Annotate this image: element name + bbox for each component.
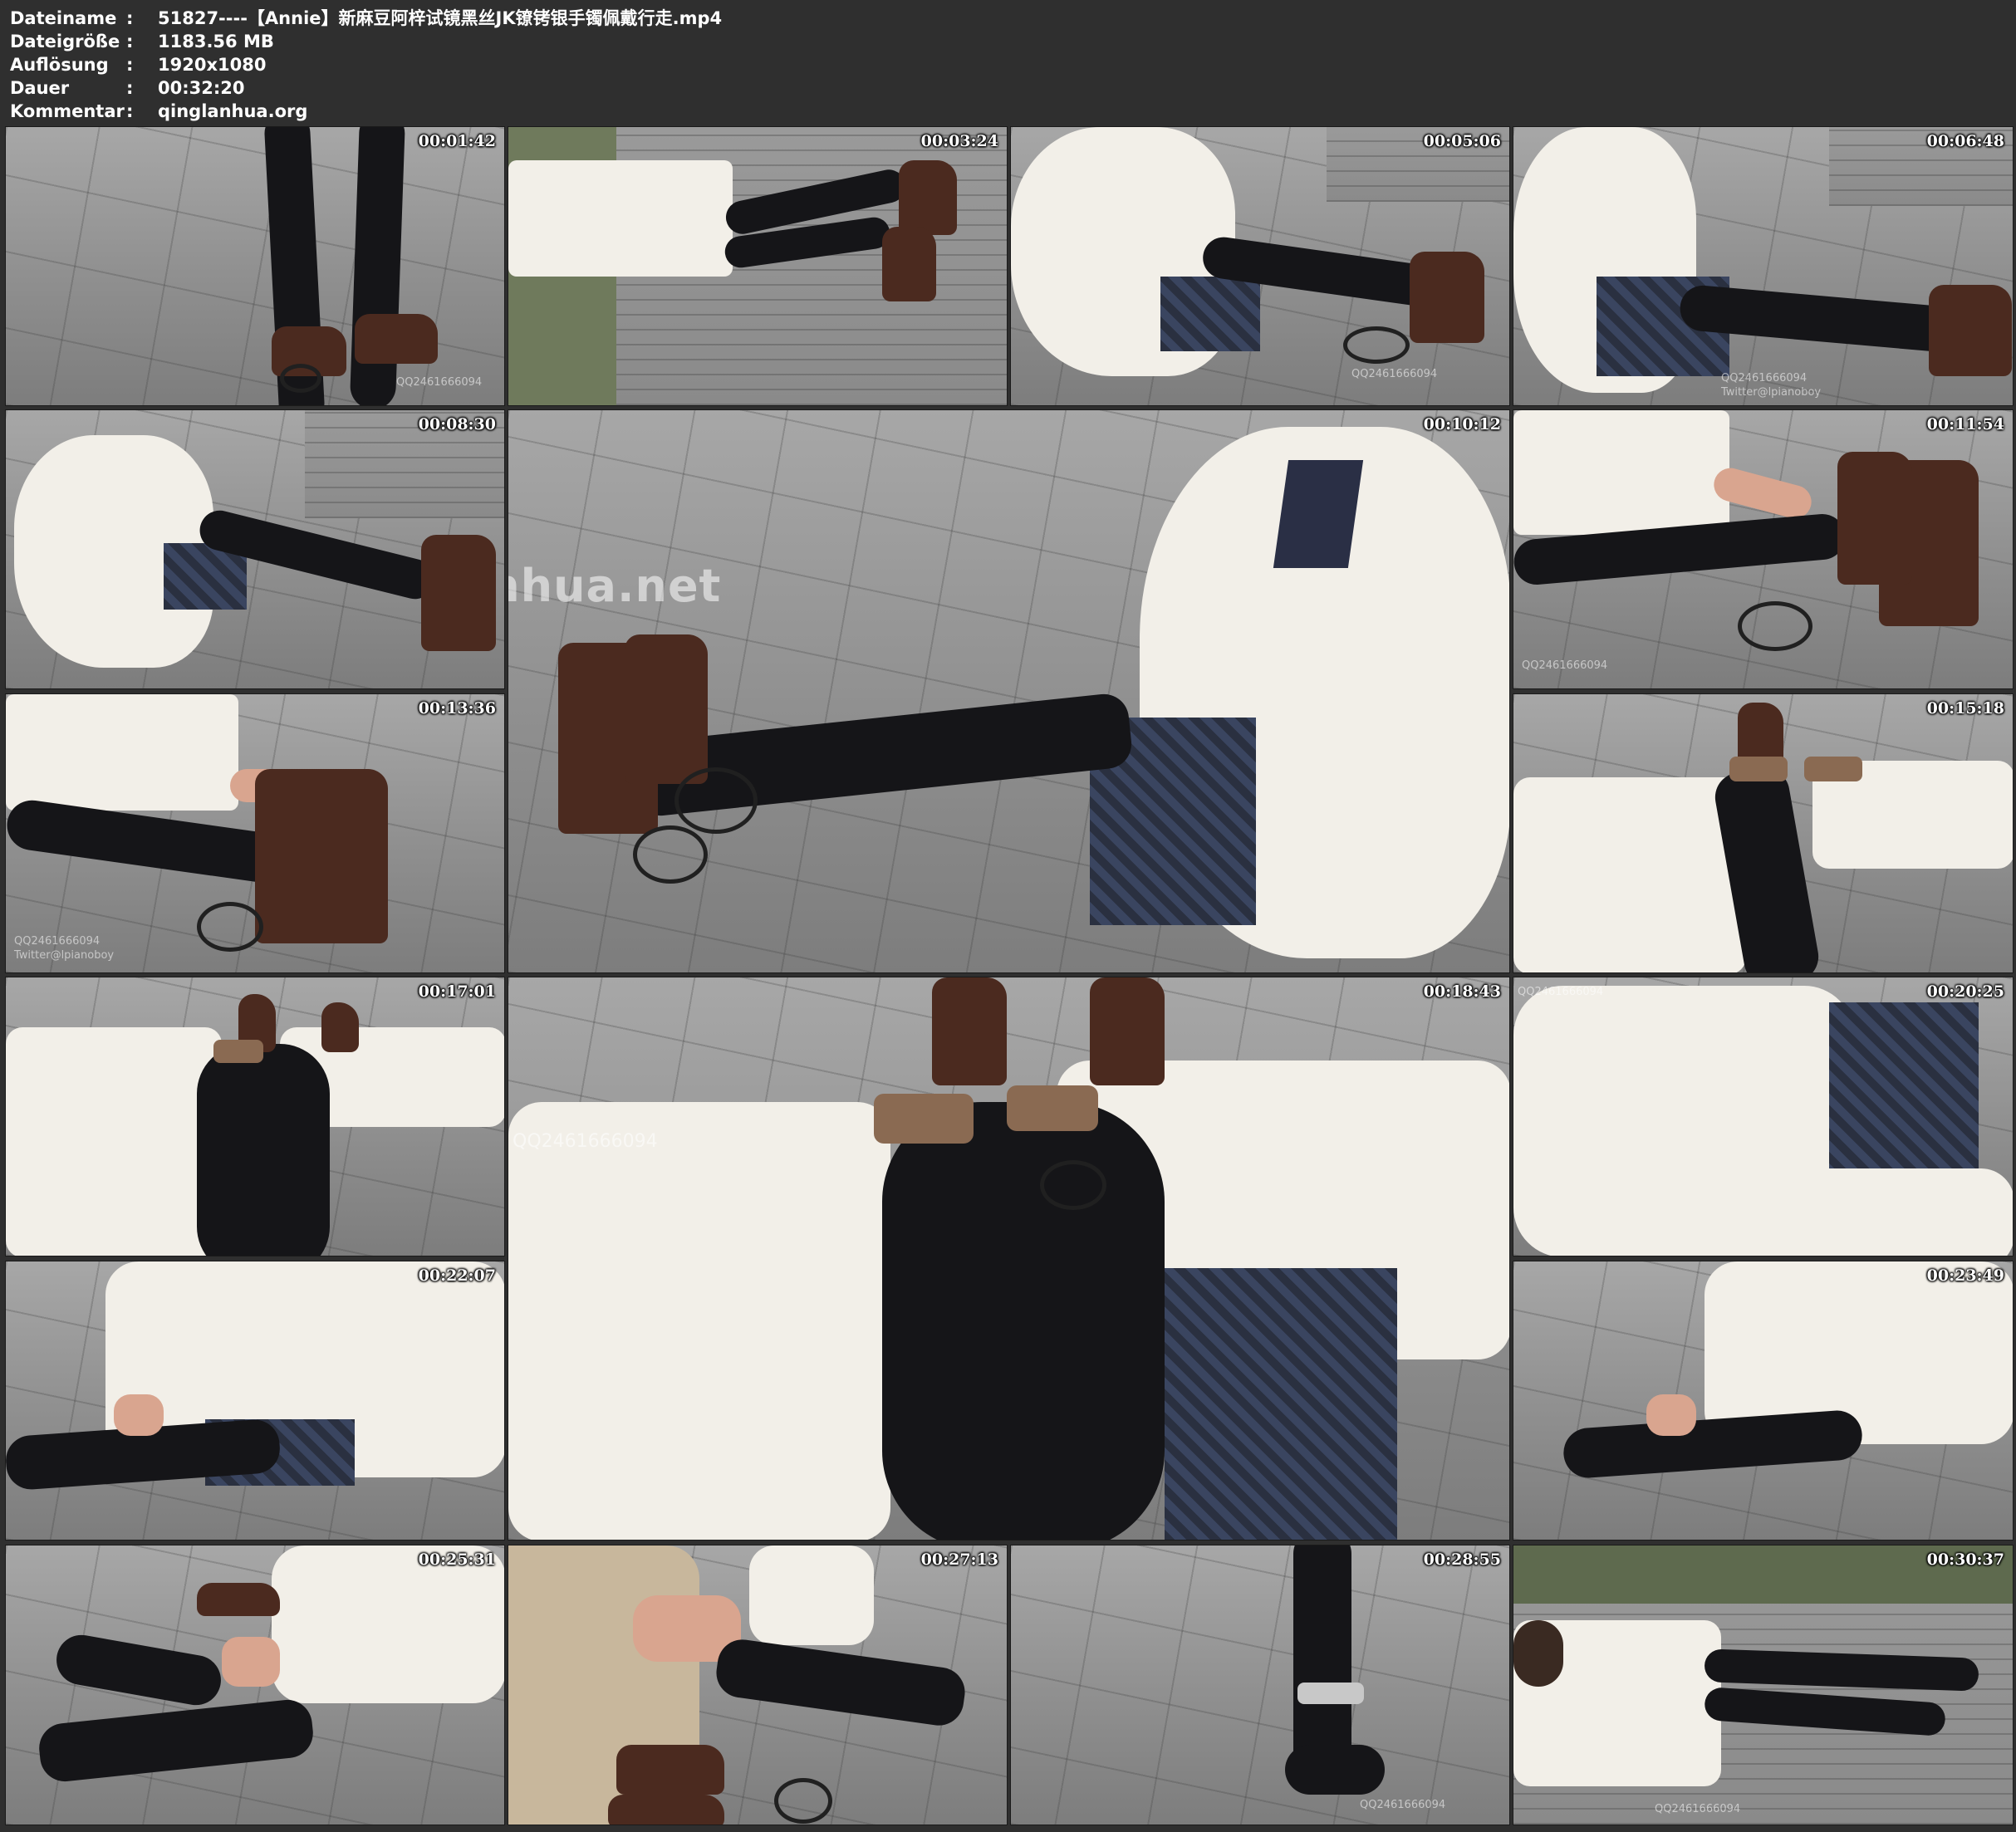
timestamp: 00:20:25 [1926,982,2004,1001]
meta-colon: : [126,32,134,51]
thumbnail-image [6,977,504,1256]
thumbnail[interactable]: QQ2461666094 00:18:43 [508,977,1510,1541]
meta-key: Dateiname [10,8,117,28]
timestamp: 00:10:12 [1423,415,1501,434]
thumbnail-image [508,127,1007,405]
timestamp: 00:28:55 [1423,1550,1501,1569]
timestamp: 00:06:48 [1926,132,2004,150]
timestamp: 00:01:42 [418,132,496,150]
thumbnail-image: QQ2461666094 [1011,1545,1509,1825]
thumbnail[interactable]: QQ2461666094 00:30:37 [1513,1545,2014,1825]
timestamp: 00:30:37 [1926,1550,2004,1569]
meta-row-filesize: Dateigröße : 1183.56 MB [10,30,2004,53]
thumbnail[interactable]: 00:15:18 [1513,693,2014,973]
thumbnail[interactable]: 00:08:30 [5,409,505,689]
thumbnail-image [6,410,504,688]
timestamp: 00:11:54 [1926,415,2004,434]
timestamp: 00:05:06 [1423,132,1501,150]
meta-row-resolution: Auflösung : 1920x1080 [10,53,2004,76]
meta-key: Auflösung [10,55,109,75]
timestamp: 00:13:36 [418,699,496,718]
meta-value: 51827----【Annie】新麻豆阿梓试镜黑丝JK镣铐银手镯佩戴行走.mp4 [158,8,723,28]
meta-row-duration: Dauer : 00:32:20 [10,76,2004,100]
watermark-qq: QQ2461666094 [14,935,101,948]
thumbnail-image: QQ2461666094 Twitter@lpianoboy [6,694,504,972]
thumbnail[interactable]: 00:23:49 [1513,1261,2014,1541]
thumbnail-image: QQ2461666094 Twitter@lpianoboy [1513,127,2013,405]
timestamp: 00:15:18 [1926,699,2004,718]
metadata-header: Dateiname : 51827----【Annie】新麻豆阿梓试镜黑丝JK镣… [10,7,2004,123]
thumbnail-image: QQ2461666094 [508,977,1509,1540]
meta-row-filename: Dateiname : 51827----【Annie】新麻豆阿梓试镜黑丝JK镣… [10,7,2004,30]
watermark-qq: QQ2461666094 [1655,1803,1741,1815]
thumbnail[interactable]: 00:03:24 [508,126,1008,406]
watermark-site: qinglanhua.net [508,560,722,612]
watermark-qq: QQ2461666094 [1721,372,1808,385]
meta-key: Kommentar [10,101,125,121]
meta-key: Dauer [10,78,70,98]
timestamp: 00:08:30 [418,415,496,434]
thumbnail[interactable]: 00:22:07 [5,1261,505,1541]
thumbnail-image: QQ2461666094 [1513,977,2013,1256]
timestamp: 00:23:49 [1926,1266,2004,1285]
thumbnail-image [1513,1261,2013,1540]
timestamp: 00:25:31 [418,1550,496,1569]
watermark-qq: QQ2461666094 [396,376,483,389]
thumbnail-grid: QQ2461666094 00:01:42 00:03:24 QQ2461666… [5,126,2014,1829]
watermark-qq: QQ2461666094 [1518,986,1604,998]
thumbnail-image [508,1545,1007,1825]
thumbnail[interactable]: QQ2461666094 00:20:25 [1513,977,2014,1256]
thumbnail-image [1513,694,2013,972]
watermark-twitter: Twitter@lpianoboy [1721,386,1822,399]
thumbnail[interactable]: QQ2461666094 00:05:06 [1010,126,1510,406]
thumbnail-image [6,1261,504,1540]
meta-value: 1183.56 MB [158,32,274,51]
meta-value: 00:32:20 [158,78,245,98]
thumbnail[interactable]: QQ2461666094 Twitter@lpianoboy 00:06:48 [1513,126,2014,406]
watermark-qq: QQ2461666094 [513,1131,658,1152]
thumbnail[interactable]: QQ2461666094 00:01:42 [5,126,505,406]
meta-row-comment: Kommentar : qinglanhua.org [10,100,2004,123]
timestamp: 00:17:01 [418,982,496,1001]
thumbnail[interactable]: QQ2461666094 00:28:55 [1010,1545,1510,1825]
thumbnail[interactable]: QQ2461666094 00:11:54 [1513,409,2014,689]
timestamp: 00:18:43 [1423,982,1501,1001]
timestamp: 00:27:13 [920,1550,998,1569]
thumbnail-image: QQ2461666094 [6,127,504,405]
thumbnail[interactable]: qinglanhua.net 00:10:12 [508,409,1510,973]
meta-colon: : [126,8,134,28]
watermark-qq: QQ2461666094 [1360,1799,1446,1811]
thumbnail[interactable]: 00:27:13 [508,1545,1008,1825]
timestamp: 00:22:07 [418,1266,496,1285]
meta-key: Dateigröße [10,32,120,51]
watermark-twitter: Twitter@lpianoboy [14,949,115,962]
meta-colon: : [126,101,134,121]
meta-colon: : [126,78,134,98]
thumbnail-image: qinglanhua.net [508,410,1509,972]
thumbnail-image [6,1545,504,1825]
thumbnail-image: QQ2461666094 [1513,1545,2013,1825]
meta-colon: : [126,55,134,75]
meta-value: qinglanhua.org [158,101,308,121]
thumbnail[interactable]: 00:17:01 [5,977,505,1256]
thumbnail-image: QQ2461666094 [1011,127,1509,405]
thumbnail-image: QQ2461666094 [1513,410,2013,688]
timestamp: 00:03:24 [920,132,998,150]
meta-value: 1920x1080 [158,55,267,75]
watermark-qq: QQ2461666094 [1351,368,1438,380]
watermark-qq: QQ2461666094 [1522,659,1608,672]
thumbnail[interactable]: QQ2461666094 Twitter@lpianoboy 00:13:36 [5,693,505,973]
thumbnail[interactable]: 00:25:31 [5,1545,505,1825]
